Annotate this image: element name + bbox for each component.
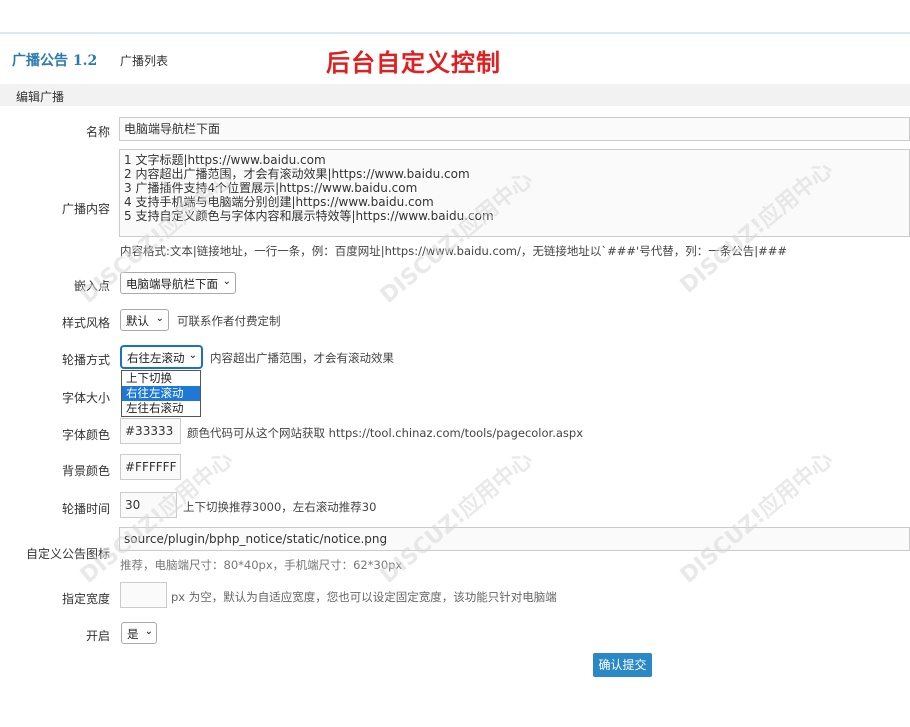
style-select[interactable]: 默认 ⌄ <box>120 309 169 331</box>
top-bar <box>0 0 910 34</box>
carousel-select-value: 右往左滚动 <box>127 351 185 365</box>
font-color-tip: 颜色代码可从这个网站获取 https://tool.chinaz.com/too… <box>187 426 584 440</box>
width-label: 指定宽度 <box>61 592 110 606</box>
watermark: DISCUZ!应用中心 <box>372 443 538 590</box>
icon-tip: 推荐，电脑端尺寸：80*40px，手机端尺寸：62*30px <box>120 558 403 572</box>
section-title: 编辑广播 <box>16 90 65 104</box>
watermark: DISCUZ!应用中心 <box>672 443 838 590</box>
submit-button[interactable]: 确认提交 <box>593 653 652 677</box>
enable-select[interactable]: 是 ⌄ <box>121 622 157 644</box>
broadcast-list-link[interactable]: 广播列表 <box>120 52 168 69</box>
font-color-label: 字体颜色 <box>61 428 110 442</box>
interval-label: 轮播时间 <box>61 502 110 516</box>
width-tip: px 为空，默认为自适应宽度，您也可以设定固定宽度，该功能只针对电脑端 <box>171 590 557 604</box>
content-label: 广播内容 <box>61 202 110 216</box>
plugin-brand[interactable]: 广播公告 1.2 <box>12 50 97 70</box>
name-label: 名称 <box>85 125 110 139</box>
watermark-brand: DISCUZ!应用中心 <box>375 447 538 589</box>
name-input[interactable]: 电脑端导航栏下面 <box>119 117 910 141</box>
style-select-value: 默认 <box>126 314 149 328</box>
section-header: 编辑广播 <box>0 84 910 106</box>
carousel-tip: 内容超出广播范围，才会有滚动效果 <box>210 351 394 365</box>
interval-tip: 上下切换推荐3000，左右滚动推荐30 <box>183 500 377 514</box>
embed-select[interactable]: 电脑端导航栏下面 ⌄ <box>120 272 236 294</box>
font-size-label: 字体大小 <box>61 391 110 405</box>
watermark-brand: DISCUZ!应用中心 <box>675 447 838 589</box>
chevron-down-icon: ⌄ <box>155 313 164 324</box>
font-color-input[interactable]: #33333 <box>120 418 181 444</box>
style-label: 样式风格 <box>61 316 110 330</box>
dropdown-option-right-to-left[interactable]: 右往左滚动 <box>122 386 200 401</box>
chevron-down-icon: ⌄ <box>188 350 197 361</box>
carousel-dropdown[interactable]: 上下切换 右往左滚动 左往右滚动 <box>121 370 201 417</box>
style-tip: 可联系作者付费定制 <box>177 314 281 328</box>
embed-select-value: 电脑端导航栏下面 <box>126 277 218 291</box>
carousel-select[interactable]: 右往左滚动 ⌄ <box>121 346 202 368</box>
dropdown-option-left-to-right[interactable]: 左往右滚动 <box>122 401 200 416</box>
chevron-down-icon: ⌄ <box>222 276 231 287</box>
slogan-title: 后台自定义控制 <box>326 49 501 77</box>
bg-color-input[interactable]: #FFFFFF <box>120 454 181 480</box>
width-input[interactable] <box>120 582 167 608</box>
enable-label: 开启 <box>85 629 110 643</box>
chevron-down-icon: ⌄ <box>144 626 153 637</box>
icon-path-input[interactable]: source/plugin/bphp_notice/static/notice.… <box>119 527 910 551</box>
bg-color-label: 背景颜色 <box>61 464 110 478</box>
dropdown-option-vertical[interactable]: 上下切换 <box>122 371 200 386</box>
carousel-label: 轮播方式 <box>61 353 110 367</box>
page-header: 广播公告 1.2 广播列表 后台自定义控制 <box>0 40 910 77</box>
enable-select-value: 是 <box>127 627 139 641</box>
